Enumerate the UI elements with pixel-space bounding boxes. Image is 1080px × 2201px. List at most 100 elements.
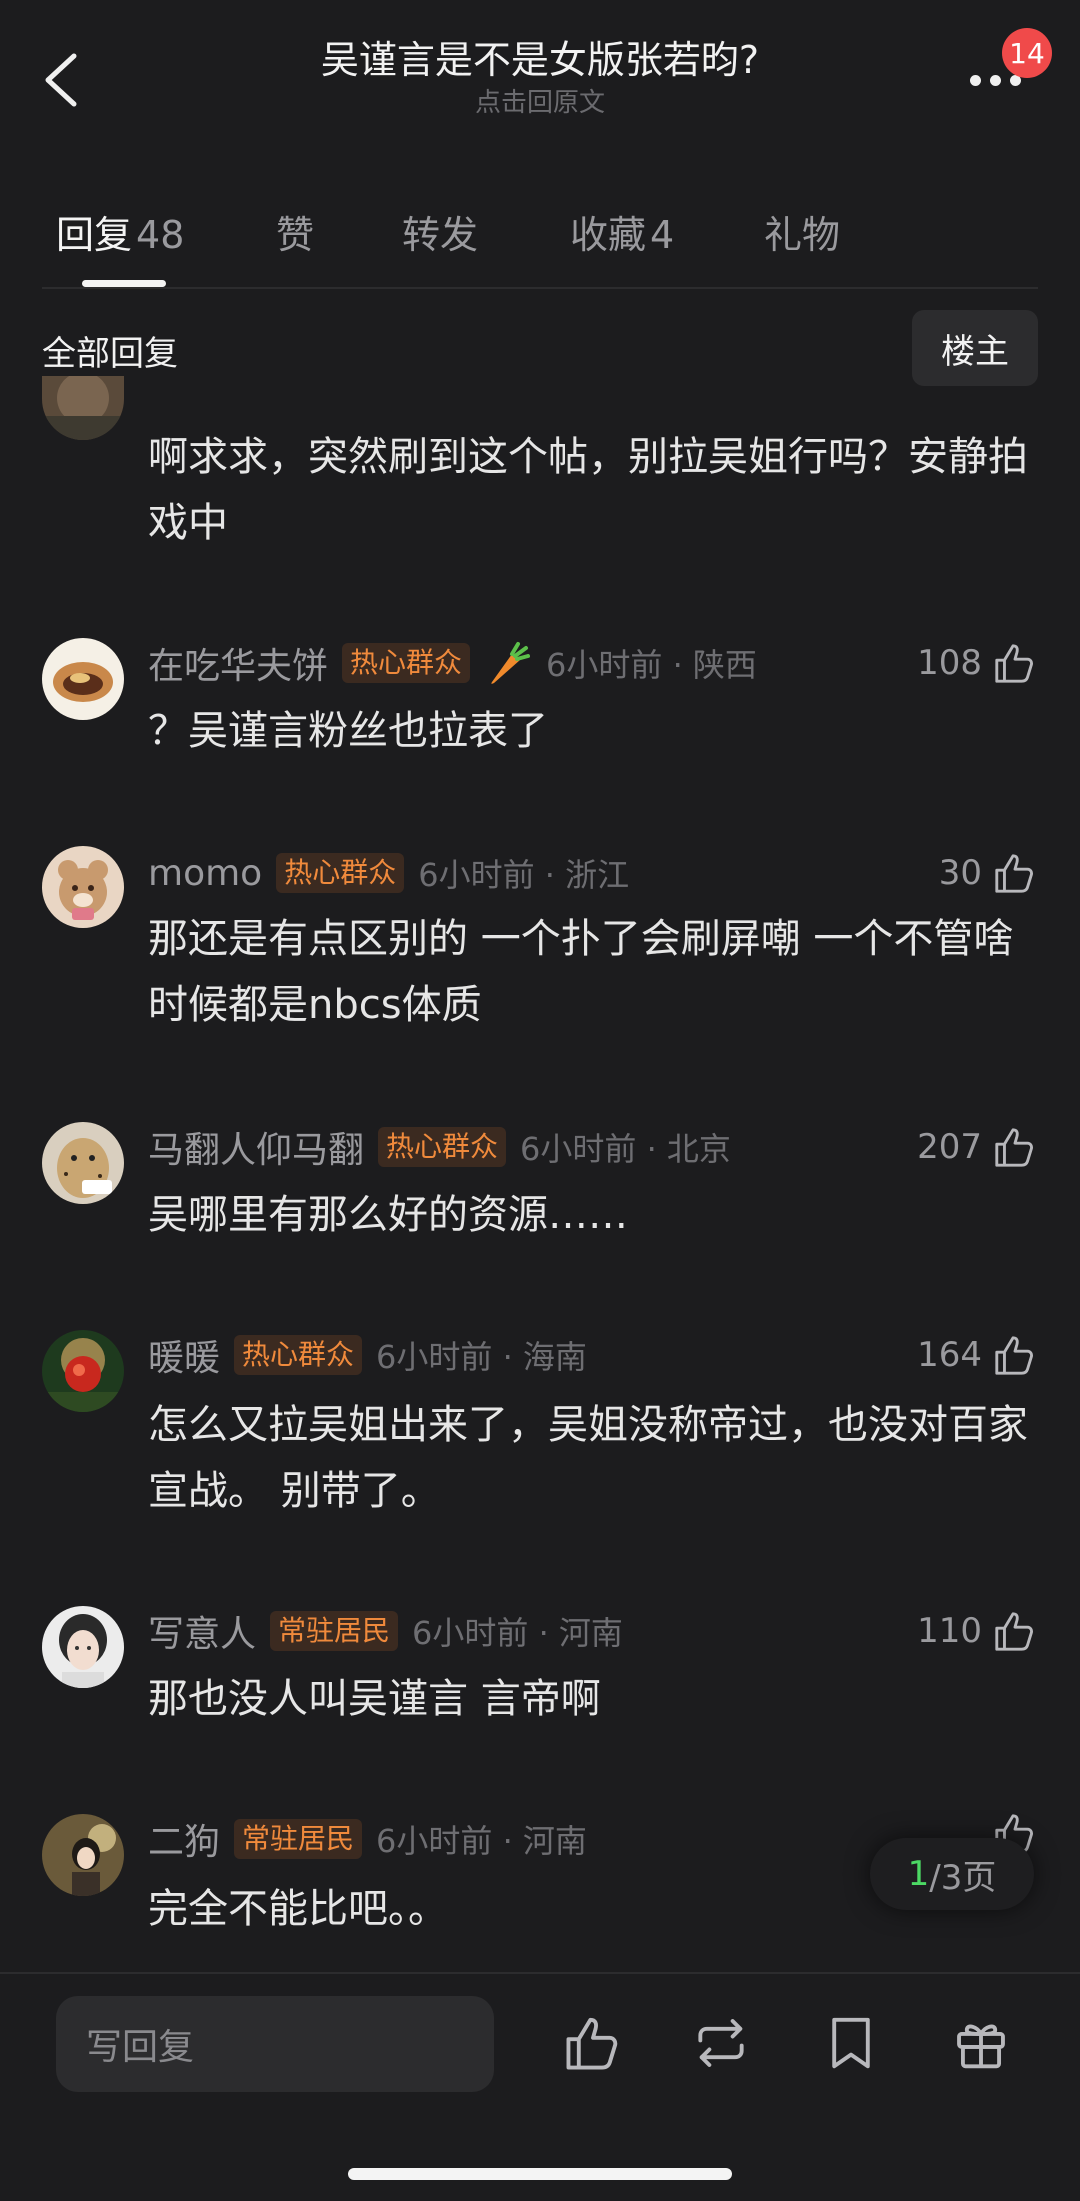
op-only-button[interactable]: 楼主 <box>912 310 1038 386</box>
more-dots-icon <box>990 75 1001 86</box>
back-button[interactable] <box>36 48 92 112</box>
like-count: 207 <box>917 1127 982 1167</box>
user-tag: 热心群众 <box>234 1335 363 1375</box>
username[interactable]: 暖暖 <box>148 1329 220 1381</box>
thumbs-up-icon <box>995 1336 1033 1375</box>
divider <box>42 287 1038 289</box>
avatar-image <box>42 638 124 720</box>
back-to-original-link[interactable]: 点击回原文 <box>200 86 880 120</box>
comment-meta: 二狗 常驻居民 6小时前 · 河南 <box>148 1814 587 1864</box>
timestamp: 6小时前 · 陕西 <box>546 646 757 684</box>
more-dots-icon <box>970 75 981 86</box>
chevron-left-icon <box>45 53 77 107</box>
timestamp: 6小时前 · 浙江 <box>418 856 630 894</box>
like-count: 164 <box>917 1335 982 1375</box>
comment-text: ？吴谨言粉丝也拉表了 <box>148 708 548 754</box>
timestamp: 6小时前 · 河南 <box>412 1614 623 1652</box>
avatar[interactable] <box>42 1330 124 1412</box>
user-tag: 常驻居民 <box>270 1611 399 1651</box>
page-indicator[interactable]: 1/3页 <box>870 1838 1034 1910</box>
comment-meta: 马翻人仰马翻 热心群众 6小时前 · 北京 <box>148 1122 731 1172</box>
post-title-area[interactable]: 吴谨言是不是女版张若昀? 点击回原文 <box>200 34 880 120</box>
user-tag: 常驻居民 <box>234 1819 363 1859</box>
like-post-button[interactable] <box>562 2012 624 2074</box>
comment-meta: momo 热心群众 6小时前 · 浙江 <box>148 848 629 898</box>
tab-label: 转发 <box>402 213 479 257</box>
like-count: 108 <box>917 643 982 683</box>
comment-text: 那还是有点区别的 一个扑了会刷屏嘲 一个不管啥时候都是nbcs体质 <box>148 916 1014 1028</box>
avatar[interactable] <box>42 376 124 440</box>
notification-badge: 14 <box>1002 28 1052 78</box>
reply-input[interactable]: 写回复 <box>56 1996 494 2092</box>
username[interactable]: momo <box>148 853 262 894</box>
tab-label: 礼物 <box>764 213 841 257</box>
avatar-image <box>42 1814 124 1896</box>
like-button[interactable]: 108 <box>917 638 1038 688</box>
repost-icon <box>698 2019 744 2067</box>
thumbs-up-icon <box>995 644 1033 683</box>
comment-text: 怎么又拉吴姐出来了，吴姐没称帝过，也没对百家宣战。 别带了。 <box>148 1402 1028 1514</box>
tab-likes[interactable]: 赞 <box>276 204 314 259</box>
carrot-icon <box>491 642 531 684</box>
avatar[interactable] <box>42 846 124 928</box>
bookmark-button[interactable] <box>820 2012 882 2074</box>
thumbs-up-icon <box>995 1128 1033 1167</box>
username[interactable]: 写意人 <box>148 1605 256 1657</box>
avatar[interactable] <box>42 1814 124 1896</box>
tab-bar: 回复 48 赞 转发 收藏 4 礼物 <box>0 190 1080 290</box>
top-nav-bar: 吴谨言是不是女版张若昀? 点击回原文 14 <box>0 0 1080 180</box>
comment-text: 那也没人叫吴谨言 言帝啊 <box>148 1676 601 1722</box>
active-tab-indicator <box>82 280 166 287</box>
avatar[interactable] <box>42 638 124 720</box>
gift-icon <box>957 2024 1005 2069</box>
comment-text: 吴哪里有那么好的资源…… <box>148 1192 628 1238</box>
tab-label: 回复 <box>56 213 133 257</box>
avatar-image <box>42 1606 124 1688</box>
timestamp: 6小时前 · 北京 <box>520 1130 731 1168</box>
gift-button[interactable] <box>950 2012 1012 2074</box>
home-indicator <box>348 2168 732 2180</box>
tab-label: 收藏 <box>570 213 647 257</box>
comment-meta: 暖暖 热心群众 6小时前 · 海南 <box>148 1330 587 1380</box>
comment-text: 啊求求，突然刷到这个帖，别拉吴姐行吗？安静拍戏中 <box>148 434 1028 546</box>
tab-favorites[interactable]: 收藏 4 <box>570 204 674 259</box>
user-tag: 热心群众 <box>276 853 405 893</box>
avatar[interactable] <box>42 1122 124 1204</box>
tab-label: 赞 <box>276 213 315 257</box>
avatar[interactable] <box>42 1606 124 1688</box>
tab-gifts[interactable]: 礼物 <box>764 204 840 259</box>
timestamp: 6小时前 · 海南 <box>376 1338 587 1376</box>
tab-reposts[interactable]: 转发 <box>402 204 478 259</box>
current-page: 1 <box>907 1854 930 1894</box>
like-button[interactable]: 164 <box>917 1330 1038 1380</box>
user-tag: 热心群众 <box>378 1127 507 1167</box>
tab-count: 4 <box>650 213 675 257</box>
section-title: 全部回复 <box>42 334 178 374</box>
bookmark-icon <box>832 2017 870 2069</box>
avatar-image <box>42 846 124 928</box>
like-button[interactable]: 30 <box>939 848 1038 898</box>
comment-meta: 写意人 常驻居民 6小时前 · 河南 <box>148 1606 623 1656</box>
user-tag: 热心群众 <box>342 643 471 683</box>
avatar-image <box>42 1330 124 1412</box>
like-count: 30 <box>938 853 982 893</box>
like-button[interactable]: 207 <box>917 1122 1038 1172</box>
tab-count: 48 <box>136 213 185 257</box>
comment-meta: 在吃华夫饼 热心群众 6小时前 · 陕西 <box>148 638 757 688</box>
timestamp: 6小时前 · 河南 <box>376 1822 587 1860</box>
bottom-action-bar: 写回复 <box>0 1972 1080 2201</box>
thumbs-up-icon <box>566 2017 618 2070</box>
avatar-image <box>42 376 124 440</box>
total-pages: /3页 <box>929 1857 997 1898</box>
username[interactable]: 在吃华夫饼 <box>148 637 328 689</box>
post-title: 吴谨言是不是女版张若昀? <box>320 38 760 82</box>
thumbs-up-icon <box>995 854 1033 893</box>
username[interactable]: 马翻人仰马翻 <box>148 1121 364 1173</box>
username[interactable]: 二狗 <box>148 1813 220 1865</box>
like-count: 110 <box>917 1611 982 1651</box>
like-button[interactable]: 110 <box>917 1606 1038 1656</box>
avatar-image <box>42 1122 124 1204</box>
repost-button[interactable] <box>690 2012 752 2074</box>
tab-replies[interactable]: 回复 48 <box>56 204 184 259</box>
thumbs-up-icon <box>995 1612 1033 1651</box>
